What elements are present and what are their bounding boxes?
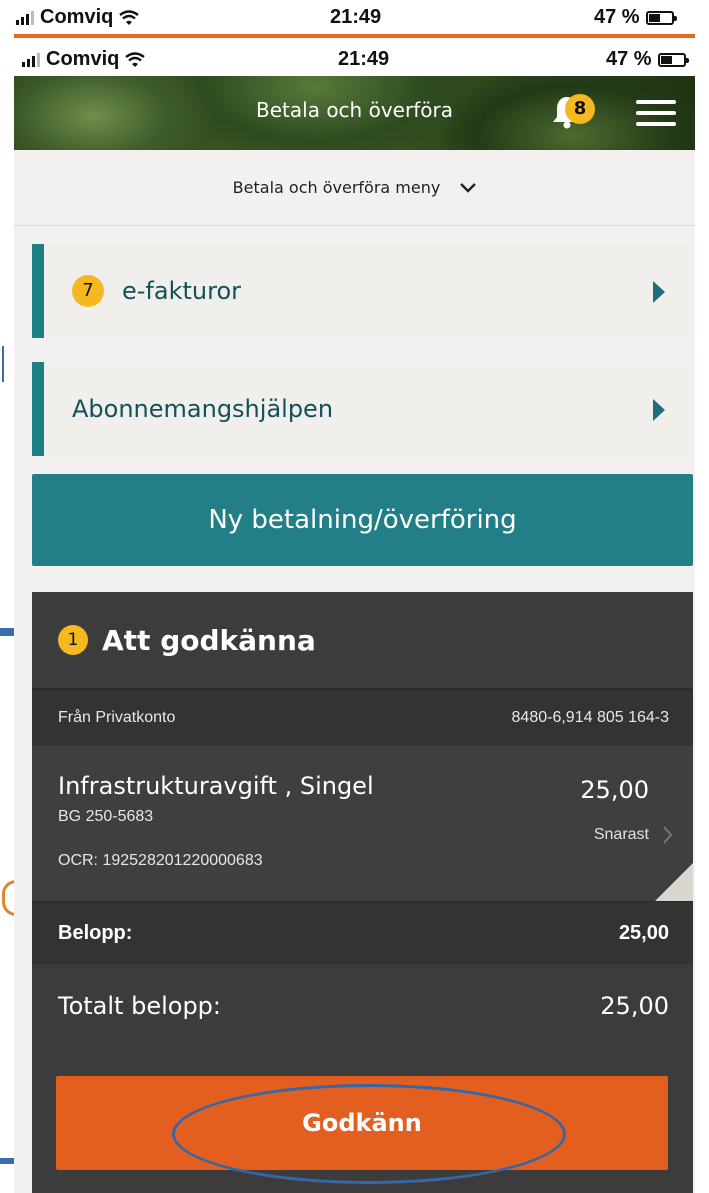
approval-count-badge: 1 bbox=[58, 625, 88, 655]
outer-battery: 47 % bbox=[594, 6, 677, 29]
nav-card-content: Abonnemangshjälpen bbox=[44, 395, 333, 423]
nav-card-label: e-fakturor bbox=[122, 277, 241, 305]
annotation-mark bbox=[2, 346, 4, 382]
total-row: Totalt belopp: 25,00 bbox=[32, 964, 693, 1048]
wifi-icon bbox=[125, 51, 146, 67]
nav-card-subscription-help[interactable]: Abonnemangshjälpen bbox=[32, 362, 693, 456]
from-account-label: Från Privatkonto bbox=[58, 709, 176, 726]
chevron-down-icon bbox=[460, 182, 477, 193]
chevron-right-icon bbox=[653, 281, 665, 303]
battery-icon bbox=[645, 10, 677, 25]
corner-fold bbox=[655, 863, 693, 901]
left-edge bbox=[0, 38, 14, 1193]
approval-title: Att godkänna bbox=[102, 623, 316, 657]
outer-time: 21:49 bbox=[330, 6, 382, 28]
approve-button[interactable]: Godkänn bbox=[56, 1076, 668, 1170]
phone-screen: Comviq 21:49 47 % Betala och överföra 8 … bbox=[14, 38, 695, 1193]
amount-row: Belopp: 25,00 bbox=[32, 902, 693, 964]
chevron-right-icon bbox=[663, 826, 673, 844]
nav-card-e-invoices[interactable]: 7 e-fakturor bbox=[32, 244, 693, 338]
approval-header: 1 Att godkänna bbox=[32, 592, 693, 690]
amount-label: Belopp: bbox=[58, 921, 133, 944]
submenu-toggle[interactable]: Betala och överföra meny bbox=[14, 150, 695, 226]
from-account-number: 8480-6,914 805 164-3 bbox=[511, 709, 669, 726]
approval-panel: 1 Att godkänna Från Privatkonto 8480-6,9… bbox=[32, 592, 693, 1193]
signal-icon bbox=[16, 10, 34, 25]
approve-button-label: Godkänn bbox=[302, 1109, 422, 1137]
payment-item[interactable]: Infrastrukturavgift , Singel 25,00 BG 25… bbox=[32, 746, 693, 902]
menu-icon[interactable] bbox=[636, 100, 676, 126]
total-value: 25,00 bbox=[600, 992, 669, 1020]
wifi-icon bbox=[119, 9, 140, 25]
payment-amount: 25,00 bbox=[580, 776, 649, 804]
outer-carrier-label: Comviq bbox=[40, 6, 114, 28]
inner-status-bar: Comviq 21:49 47 % bbox=[14, 38, 695, 76]
annotation-mark bbox=[0, 1158, 14, 1164]
payment-ocr: OCR: 192528201220000683 bbox=[58, 852, 263, 869]
annotation-mark bbox=[0, 628, 14, 636]
payment-payee: Infrastrukturavgift , Singel bbox=[58, 772, 374, 800]
inner-carrier: Comviq bbox=[22, 48, 146, 71]
chevron-right-icon bbox=[653, 399, 665, 421]
outer-battery-percent: 47 % bbox=[594, 6, 640, 28]
notification-badge[interactable]: 8 bbox=[565, 94, 595, 124]
battery-icon bbox=[657, 52, 689, 67]
e-invoice-count-badge: 7 bbox=[72, 275, 104, 307]
outer-carrier: Comviq bbox=[16, 6, 140, 29]
inner-battery: 47 % bbox=[606, 48, 689, 71]
nav-card-content: 7 e-fakturor bbox=[44, 275, 241, 307]
total-label: Totalt belopp: bbox=[58, 992, 221, 1020]
submenu-label: Betala och överföra meny bbox=[232, 178, 441, 197]
from-account-row: Från Privatkonto 8480-6,914 805 164-3 bbox=[32, 690, 693, 746]
app-header: Betala och överföra 8 bbox=[14, 76, 695, 150]
inner-time: 21:49 bbox=[338, 48, 390, 70]
payment-bankgiro: BG 250-5683 bbox=[58, 808, 154, 825]
payment-date: Snarast bbox=[593, 826, 649, 843]
new-payment-button[interactable]: Ny betalning/överföring bbox=[32, 474, 693, 566]
inner-carrier-label: Comviq bbox=[46, 48, 120, 70]
nav-card-label: Abonnemangshjälpen bbox=[72, 395, 334, 423]
amount-value: 25,00 bbox=[618, 921, 669, 944]
inner-battery-percent: 47 % bbox=[606, 48, 652, 70]
outer-status-bar: Comviq 21:49 47 % bbox=[0, 0, 709, 36]
signal-icon bbox=[22, 52, 40, 67]
